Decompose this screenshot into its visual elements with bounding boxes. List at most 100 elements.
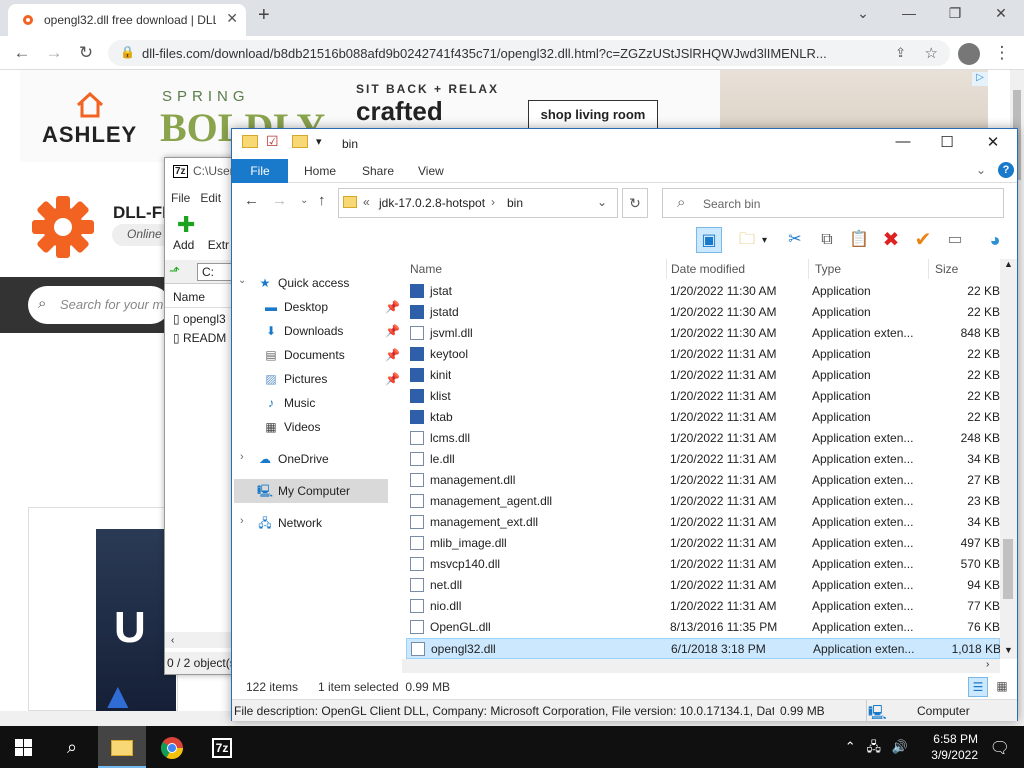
file-row[interactable]: jstat 1/20/2022 11:30 AM Application 22 KB (406, 281, 1000, 302)
forward-icon[interactable]: → (272, 192, 287, 209)
tab-share[interactable]: Share (348, 159, 408, 183)
browser-minimize-icon[interactable]: — (886, 5, 932, 21)
new-tab-icon[interactable]: + (258, 4, 270, 27)
expand-ribbon-icon[interactable]: ⌄ (976, 163, 986, 177)
browser-restore-icon[interactable]: ❐ (932, 5, 978, 22)
minimize-browser-icon[interactable]: ⌄ (840, 5, 886, 22)
file-list-horizontal-scrollbar[interactable]: › (402, 659, 1000, 673)
close-tab-icon[interactable]: ✕ (226, 10, 238, 27)
up-icon[interactable]: ↑ (318, 192, 326, 209)
paste-icon[interactable]: 📋 (846, 227, 872, 253)
file-row[interactable]: kinit 1/20/2022 11:31 AM Application 22 KB (406, 365, 1000, 386)
browser-tab[interactable]: opengl32.dll free download | DLL ✕ (8, 4, 246, 36)
file-row[interactable]: management_agent.dll 1/20/2022 11:31 AM Ap… (406, 491, 1000, 512)
file-row[interactable]: lcms.dll 1/20/2022 11:31 AM Application ex… (406, 428, 1000, 449)
explorer-search-input[interactable]: ⌕ Search bin (662, 188, 1004, 218)
breadcrumb-bin[interactable]: bin (507, 196, 523, 210)
file-row[interactable]: management_ext.dll 1/20/2022 11:31 AM Appl… (406, 512, 1000, 533)
pin-icon[interactable]: 📌 (385, 367, 400, 391)
tab-view[interactable]: View (404, 159, 458, 183)
new-folder-icon[interactable]: 🗀 (734, 227, 760, 253)
nav-item-onedrive[interactable]: ☁ OneDrive (256, 447, 404, 471)
volume-icon[interactable]: 🔊 (892, 739, 908, 754)
column-date-modified[interactable]: Date modified (666, 259, 745, 279)
file-row[interactable]: OpenGL.dll 8/13/2016 11:35 PM Application … (406, 617, 1000, 638)
expand-arrow-icon[interactable]: › (240, 451, 244, 463)
large-icons-view-icon[interactable]: ▦ (992, 677, 1012, 697)
show-hidden-icons-icon[interactable]: ⌃ (845, 739, 856, 754)
nav-item-downloads[interactable]: ⬇ Downloads 📌 (262, 319, 410, 343)
overflow-chevron-icon[interactable]: « (363, 195, 370, 209)
file-row[interactable]: mlib_image.dll 1/20/2022 11:31 AM Applicat… (406, 533, 1000, 554)
cut-icon[interactable]: ✂ (782, 227, 808, 253)
forward-arrow-icon[interactable]: → (42, 43, 66, 63)
sevenzip-menu-file[interactable]: File (171, 191, 190, 205)
column-type[interactable]: Type (808, 259, 841, 279)
help-icon[interactable]: ? (998, 162, 1014, 178)
customize-toolbar-icon[interactable]: ▾ (316, 135, 322, 148)
chrome-menu-icon[interactable]: ⋮ (990, 43, 1014, 63)
taskbar-file-explorer[interactable] (98, 726, 146, 768)
tab-file[interactable]: File (232, 159, 288, 183)
file-list-vertical-scrollbar[interactable]: ▲ ▼ (1000, 259, 1017, 659)
new-folder-icon[interactable] (292, 135, 308, 148)
expand-arrow-icon[interactable]: ⌄ (238, 275, 246, 286)
folder-up-icon[interactable]: ⬏ (169, 263, 180, 279)
file-row[interactable]: jstatd 1/20/2022 11:30 AM Application 22 KB (406, 302, 1000, 323)
file-row[interactable]: ktab 1/20/2022 11:31 AM Application 22 KB (406, 407, 1000, 428)
address-dropdown-icon[interactable]: ⌄ (597, 195, 607, 209)
nav-item-quick-access[interactable]: ★ Quick access (256, 271, 404, 295)
new-dropdown-icon[interactable]: ▾ (762, 235, 767, 246)
address-bar[interactable]: 🔒 dll-files.com/download/b8db21516b088af… (108, 40, 950, 66)
file-row[interactable]: msvcp140.dll 1/20/2022 11:31 AM Applicatio… (406, 554, 1000, 575)
taskbar-7zip[interactable]: 7z (198, 726, 246, 768)
file-explorer-window[interactable]: ☑ ▾ bin — ☐ ✕ File Home Share View ⌄ ? ←… (231, 128, 1018, 721)
site-search-input[interactable]: ⌕ Search for your m (28, 286, 170, 324)
rename-check-icon[interactable]: ✔ (910, 227, 936, 253)
file-row[interactable]: keytool 1/20/2022 11:31 AM Application 22 K… (406, 344, 1000, 365)
file-row[interactable]: nio.dll 1/20/2022 11:31 AM Application ext… (406, 596, 1000, 617)
back-icon[interactable]: ← (244, 192, 259, 209)
recent-locations-icon[interactable]: ⌄ (300, 195, 308, 206)
add-plus-icon[interactable]: ✚ (177, 212, 195, 238)
sevenzip-extract-button[interactable]: Extr (208, 238, 229, 252)
taskbar-clock[interactable]: 6:58 PM 3/9/2022 (931, 731, 978, 763)
nav-item-network[interactable]: 🖧 Network (256, 511, 404, 535)
breadcrumb-separator-icon[interactable]: › (491, 195, 495, 209)
sevenzip-add-button[interactable]: Add (173, 238, 194, 252)
sevenzip-menu-edit[interactable]: Edit (200, 191, 221, 205)
nav-item-music[interactable]: ♪ Music (262, 391, 410, 415)
browser-close-icon[interactable]: ✕ (978, 5, 1024, 22)
file-row[interactable]: klist 1/20/2022 11:31 AM Application 22 KB (406, 386, 1000, 407)
nav-item-desktop[interactable]: ▬ Desktop 📌 (262, 295, 410, 319)
column-name[interactable]: Name (410, 262, 442, 276)
taskbar-chrome[interactable] (148, 726, 196, 768)
reload-icon[interactable]: ↻ (74, 43, 98, 63)
bookmark-star-icon[interactable]: ☆ (925, 44, 938, 62)
file-row[interactable]: net.dll 1/20/2022 11:31 AM Application ext… (406, 575, 1000, 596)
explorer-minimize-icon[interactable]: — (880, 133, 926, 150)
sevenzip-file-row[interactable]: ▯ READM (173, 331, 226, 345)
network-status-icon[interactable]: 🖧 (866, 739, 881, 754)
scroll-down-icon[interactable]: ▼ (1004, 645, 1013, 655)
globe-shell-icon[interactable]: ◕ (982, 227, 1008, 253)
delete-icon[interactable]: ✖ (878, 227, 904, 253)
pin-icon[interactable]: 📌 (385, 319, 400, 343)
sevenzip-file-row[interactable]: ▯ opengl3 (173, 312, 226, 326)
file-row[interactable]: jsvml.dll 1/20/2022 11:30 AM Application e… (406, 323, 1000, 344)
back-arrow-icon[interactable]: ← (10, 43, 34, 63)
refresh-icon[interactable]: ↻ (622, 188, 648, 218)
properties-icon[interactable]: ▭ (942, 227, 968, 253)
tab-home[interactable]: Home (290, 159, 350, 183)
nav-item-videos[interactable]: ▦ Videos (262, 415, 410, 439)
nav-item-documents[interactable]: ▤ Documents 📌 (262, 343, 410, 367)
properties-icon[interactable]: ☑ (266, 133, 279, 150)
explorer-close-icon[interactable]: ✕ (970, 133, 1016, 151)
breadcrumb-jdk[interactable]: jdk-17.0.2.8-hotspot (379, 196, 485, 210)
adchoices-icon[interactable]: ▷ (972, 72, 988, 86)
taskbar-search-icon[interactable]: ⌕ (48, 726, 96, 768)
windows-start-icon[interactable] (15, 739, 32, 756)
details-view-icon[interactable]: ☰ (968, 677, 988, 697)
pin-icon[interactable]: 📌 (385, 343, 400, 367)
pin-icon[interactable]: 📌 (385, 295, 400, 319)
